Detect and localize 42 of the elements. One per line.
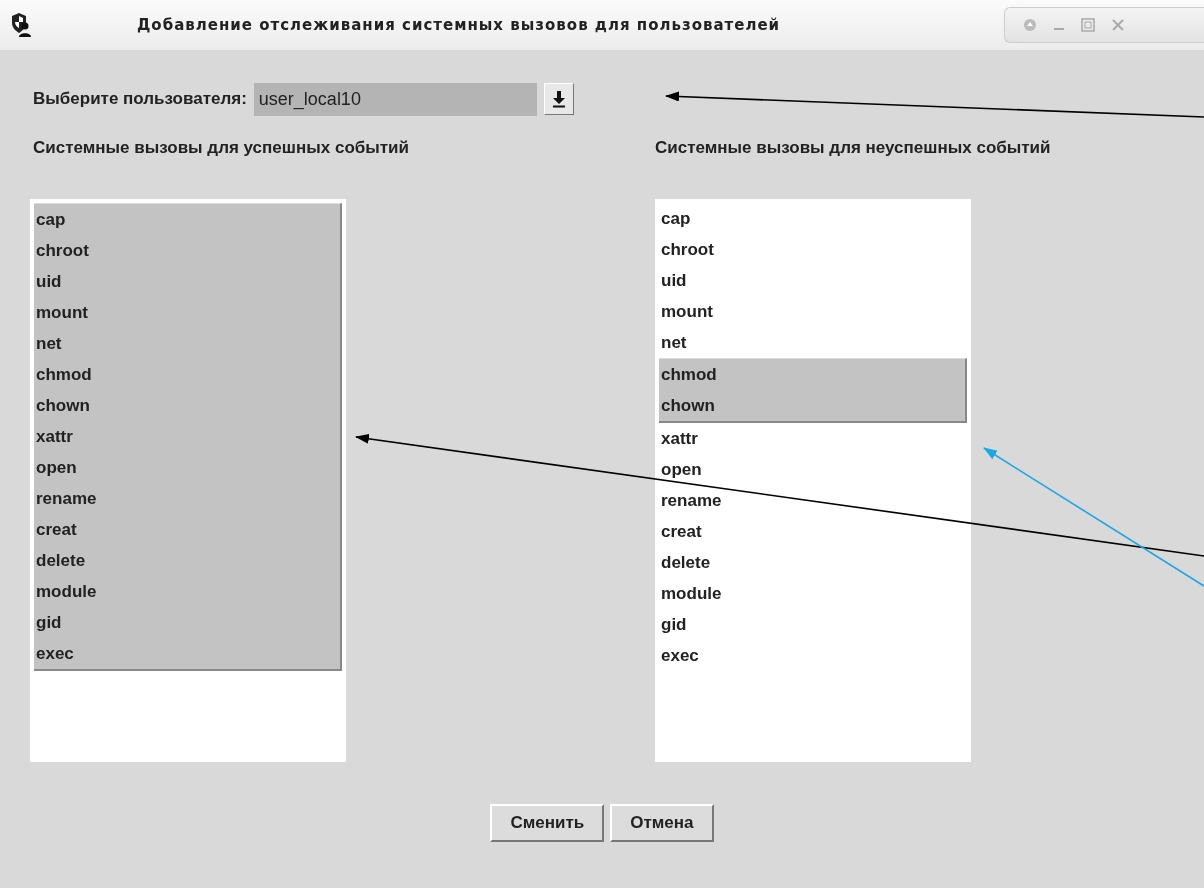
list-item[interactable]: module bbox=[659, 578, 967, 609]
list-item[interactable]: chmod bbox=[34, 359, 342, 390]
list-item[interactable]: chmod bbox=[659, 358, 967, 390]
list-heading: Системные вызовы для успешных событий bbox=[33, 138, 410, 159]
dialog-button[interactable]: Отмена bbox=[610, 804, 714, 842]
list-item[interactable]: creat bbox=[659, 516, 967, 547]
list-item[interactable]: chown bbox=[659, 390, 967, 423]
list-item[interactable]: chroot bbox=[34, 235, 342, 266]
list-item[interactable]: rename bbox=[34, 483, 342, 514]
list-item[interactable]: chown bbox=[34, 390, 342, 421]
list-item[interactable]: net bbox=[659, 327, 967, 358]
download-arrow-icon bbox=[551, 90, 566, 108]
list-item[interactable]: mount bbox=[659, 296, 967, 327]
list-item[interactable]: creat bbox=[34, 514, 342, 545]
list-heading: Системные вызовы для неуспешных событий bbox=[655, 138, 1051, 159]
list-item[interactable]: uid bbox=[659, 265, 967, 296]
close-icon[interactable] bbox=[1111, 18, 1125, 32]
list-item[interactable]: gid bbox=[34, 607, 342, 638]
list-item[interactable]: mount bbox=[34, 297, 342, 328]
list-item[interactable]: exec bbox=[659, 640, 967, 671]
list-item[interactable]: gid bbox=[659, 609, 967, 640]
list-item[interactable]: uid bbox=[34, 266, 342, 297]
list-item[interactable]: cap bbox=[659, 203, 967, 234]
window-title: Добавление отслеживания системных вызовов для пользователей bbox=[137, 16, 781, 34]
list-item[interactable]: delete bbox=[34, 545, 342, 576]
user-field[interactable]: user_local10 bbox=[253, 82, 537, 116]
shield-user-icon bbox=[10, 13, 32, 37]
maximize-icon[interactable] bbox=[1081, 18, 1095, 32]
user-label: Выберите пользователя: bbox=[33, 89, 247, 109]
list-item[interactable]: chroot bbox=[659, 234, 967, 265]
dialog-button[interactable]: Сменить bbox=[490, 804, 605, 842]
list-item[interactable]: exec bbox=[34, 638, 342, 671]
list-item[interactable]: open bbox=[659, 454, 967, 485]
list-item[interactable]: rename bbox=[659, 485, 967, 516]
list-item[interactable]: cap bbox=[34, 203, 342, 235]
list-item[interactable]: xattr bbox=[34, 421, 342, 452]
list-item[interactable]: delete bbox=[659, 547, 967, 578]
dropdown-button[interactable] bbox=[543, 83, 574, 115]
list-item[interactable]: xattr bbox=[659, 423, 967, 454]
list-item[interactable]: net bbox=[34, 328, 342, 359]
list-item[interactable]: module bbox=[34, 576, 342, 607]
list-item[interactable]: open bbox=[34, 452, 342, 483]
